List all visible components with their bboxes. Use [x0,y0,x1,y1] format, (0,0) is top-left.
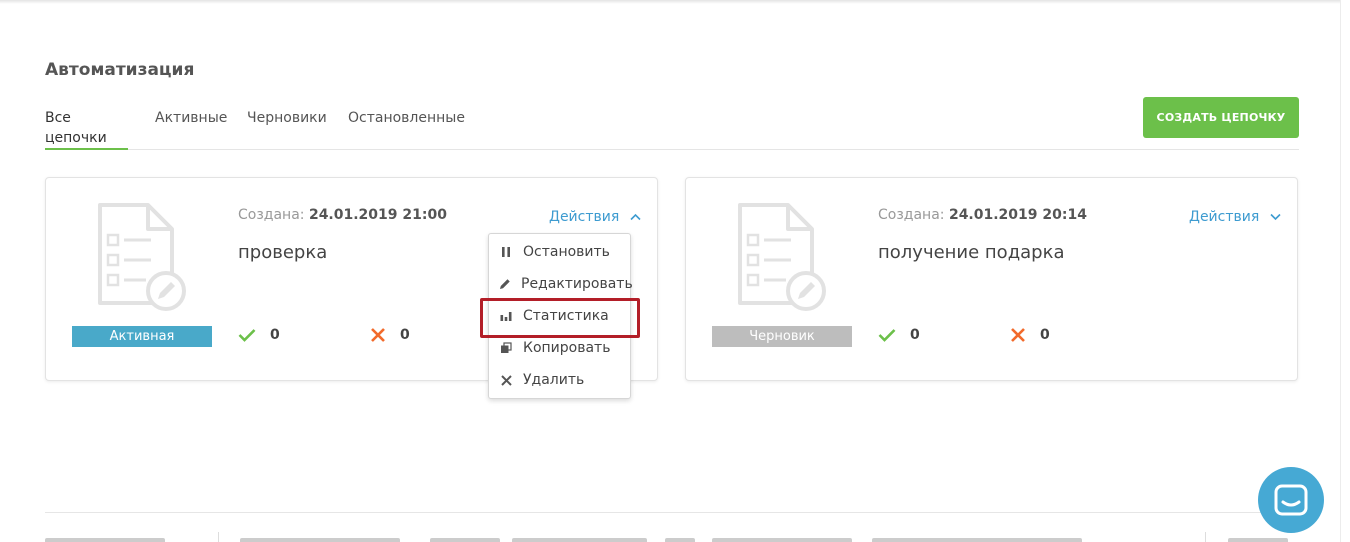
actions-dropdown[interactable]: Действия [1189,209,1281,225]
chain-card: Черновик Создана: 24.01.2019 20:14 получ… [685,177,1298,381]
error-stat: 0 [1010,327,1050,343]
footer-link-fragment [665,538,695,542]
copy-icon [499,341,513,355]
menu-item-statistics[interactable]: Статистика [489,300,630,332]
chain-name[interactable]: проверка [238,242,327,263]
bar-chart-icon [499,309,513,323]
created-label: Создана: [238,207,305,223]
success-count: 0 [910,327,920,343]
success-stat: 0 [238,327,280,343]
footer-divider [45,512,1299,513]
footer-link-fragment [872,538,1082,542]
chat-widget-button[interactable] [1258,467,1324,533]
created-label: Создана: [878,207,945,223]
page-title: Автоматизация [45,60,195,80]
document-edit-icon [98,203,186,311]
pause-icon [499,245,513,259]
cross-icon [371,328,385,342]
actions-label: Действия [549,209,620,225]
footer-link-fragment [430,538,500,542]
tab-drafts[interactable]: Черновики [247,108,327,150]
actions-menu: Остановить Редактировать Статистика Копи… [488,233,633,399]
cross-icon [1011,328,1025,342]
checkmark-icon [878,329,896,342]
footer-link-fragment [1228,538,1288,542]
menu-item-copy[interactable]: Копировать [489,332,630,364]
error-count: 0 [1040,327,1050,343]
top-shadow [0,0,1340,4]
success-stat: 0 [878,327,920,343]
tab-active[interactable]: Активные [155,108,227,150]
checkmark-icon [238,329,256,342]
status-badge: Черновик [712,326,852,347]
document-edit-icon [738,203,826,311]
menu-item-label: Статистика [523,308,609,324]
actions-label: Действия [1189,209,1260,225]
success-count: 0 [270,327,280,343]
footer-link-fragment [512,538,647,542]
close-icon [499,373,513,387]
scroll-edge [1340,0,1341,542]
actions-dropdown[interactable]: Действия [549,209,641,225]
tab-all-chains[interactable]: Все цепочки [45,108,128,150]
status-badge: Активная [72,326,212,347]
created-date: Создана: 24.01.2019 20:14 [878,207,1087,223]
menu-item-label: Удалить [523,372,585,388]
chain-name[interactable]: получение подарка [878,242,1065,263]
menu-item-delete[interactable]: Удалить [489,364,630,396]
pencil-icon [499,277,511,291]
chevron-up-icon [630,213,641,221]
footer-link-fragment [240,538,400,542]
footer-separator [1205,532,1206,542]
chat-icon [1274,484,1308,516]
created-value: 24.01.2019 21:00 [308,207,447,223]
footer-separator [218,532,219,542]
chevron-down-icon [1270,213,1281,221]
tab-stopped[interactable]: Остановленные [348,108,465,150]
footer-phone-fragment [45,538,165,542]
chain-tabs: Все цепочки Активные Черновики Остановле… [45,108,1299,150]
error-stat: 0 [370,327,410,343]
menu-item-label: Остановить [523,244,610,260]
menu-item-label: Копировать [523,340,611,356]
created-date: Создана: 24.01.2019 21:00 [238,207,447,223]
created-value: 24.01.2019 20:14 [948,207,1087,223]
menu-item-stop[interactable]: Остановить [489,236,630,268]
error-count: 0 [400,327,410,343]
menu-item-label: Редактировать [521,276,633,292]
menu-item-edit[interactable]: Редактировать [489,268,633,300]
footer-link-fragment [712,538,852,542]
create-chain-button[interactable]: СОЗДАТЬ ЦЕПОЧКУ [1143,97,1299,138]
